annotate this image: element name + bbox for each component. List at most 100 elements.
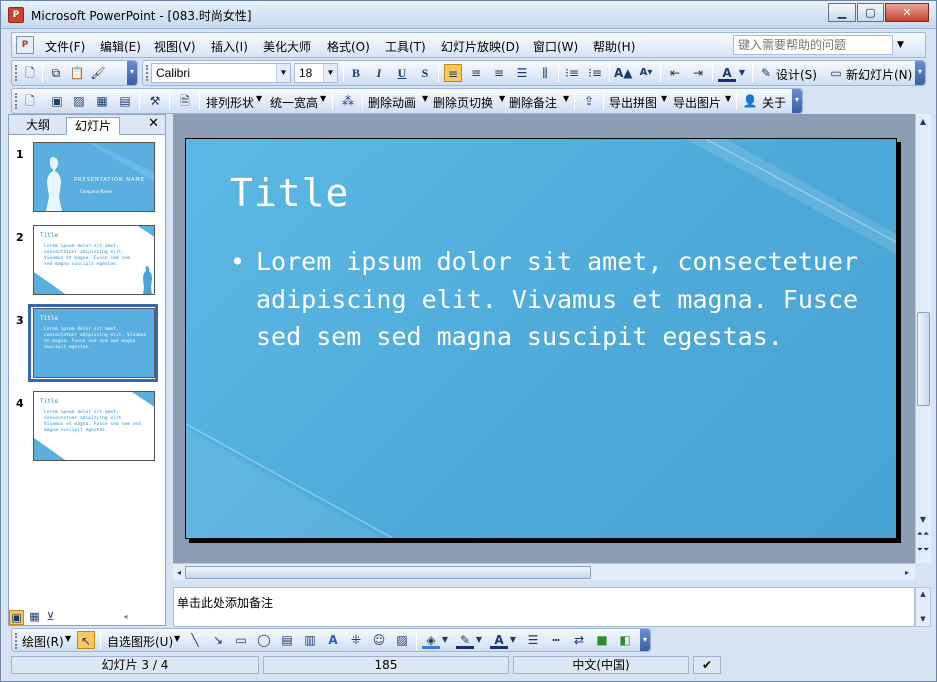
previous-slide-icon[interactable]: ⏶⏶ xyxy=(916,530,930,544)
shadow-style-icon[interactable]: ■ xyxy=(593,631,611,649)
menu-window[interactable]: 窗口(W) xyxy=(533,38,578,55)
oval-icon[interactable]: ◯ xyxy=(255,631,273,649)
next-slide-icon[interactable]: ⏷⏷ xyxy=(916,546,930,560)
scroll-up-icon[interactable]: ▲ xyxy=(916,588,930,600)
align-left-icon[interactable]: ≡ xyxy=(444,64,462,82)
toolbar-options-icon[interactable]: ▾ xyxy=(915,61,925,85)
slide-body[interactable]: • Lorem ipsum dolor sit amet, consectetu… xyxy=(230,243,870,356)
arrow-icon[interactable]: ↘ xyxy=(209,631,227,649)
line-style-icon[interactable]: ☰ xyxy=(524,631,542,649)
chevron-down-icon[interactable]: ▼ xyxy=(276,64,290,82)
design-button[interactable]: 设计(S) xyxy=(776,66,817,83)
diagram-icon[interactable]: ⁜ xyxy=(347,631,365,649)
magic-wand-icon[interactable]: ⚒ xyxy=(146,92,164,110)
font-size-select[interactable]: 18 ▼ xyxy=(294,63,338,83)
menu-edit[interactable]: 编辑(E) xyxy=(100,38,141,55)
slide-thumbnail-4[interactable]: Title Lorem ipsum dolor sit amet, consec… xyxy=(33,391,155,461)
wordart-icon[interactable]: A xyxy=(324,631,342,649)
scroll-left-icon[interactable]: ◂ xyxy=(173,564,185,580)
align-center-icon[interactable]: ≡ xyxy=(467,64,485,82)
vertical-scroll-thumb[interactable] xyxy=(917,312,930,406)
export-icon[interactable]: ⇪ xyxy=(580,92,598,110)
line-color-icon[interactable]: ✎ xyxy=(456,631,474,649)
user-icon[interactable]: 👤 xyxy=(741,92,759,110)
notes-scrollbar[interactable]: ▲ ▼ xyxy=(915,587,931,627)
distribute-icon[interactable]: ⫼ xyxy=(536,64,554,82)
dash-style-icon[interactable]: ┅ xyxy=(547,631,565,649)
maximize-button[interactable]: ▢ xyxy=(857,3,884,22)
notes-pane[interactable]: 单击此处添加备注 xyxy=(173,587,915,627)
chevron-down-icon[interactable]: ▼ xyxy=(508,631,518,649)
chevron-down-icon[interactable]: ▼ xyxy=(256,94,262,103)
close-button[interactable]: ✕ xyxy=(885,3,929,22)
chevron-down-icon[interactable]: ▼ xyxy=(499,94,505,103)
chevron-down-icon[interactable]: ▼ xyxy=(320,94,326,103)
insert-picture-icon[interactable]: ▨ xyxy=(70,92,88,110)
document-menu-icon[interactable]: P xyxy=(16,36,34,54)
italic-icon[interactable]: I xyxy=(370,64,388,82)
draw-menu-button[interactable]: 绘图(R) xyxy=(22,633,64,650)
fill-color-icon[interactable]: ◈ xyxy=(422,631,440,649)
chevron-down-icon[interactable]: ▼ xyxy=(737,64,747,82)
toolbar-grip[interactable] xyxy=(146,65,149,81)
powerpoint-app-icon[interactable]: P xyxy=(8,7,24,23)
new-slide-icon[interactable]: ▭ xyxy=(827,64,845,82)
about-button[interactable]: 关于 xyxy=(762,94,786,111)
toolbar-options-icon[interactable]: ▾ xyxy=(127,61,137,85)
slide-thumbnail-3[interactable]: Title Lorem ipsum dolor sit amet, consec… xyxy=(33,308,155,378)
new-slide-button[interactable]: 新幻灯片(N) xyxy=(846,66,912,83)
page-icon[interactable]: 🗎 xyxy=(176,92,194,110)
vertical-textbox-icon[interactable]: ▥ xyxy=(301,631,319,649)
bullets-icon[interactable]: ⁝≡ xyxy=(586,64,604,82)
numbering-icon[interactable]: ⁝≡ xyxy=(563,64,581,82)
close-icon[interactable]: ✕ xyxy=(148,116,159,131)
minimize-button[interactable]: ▁ xyxy=(828,3,856,22)
toolbar-options-icon[interactable]: ▾ xyxy=(640,629,650,651)
current-slide[interactable]: Title • Lorem ipsum dolor sit amet, cons… xyxy=(185,138,897,539)
slide-thumbnail-1[interactable]: PRESENTATION NAME Company Name xyxy=(33,142,155,212)
normal-view-icon[interactable]: ▣ xyxy=(9,610,24,625)
line-icon[interactable]: ╲ xyxy=(186,631,204,649)
3d-style-icon[interactable]: ◧ xyxy=(616,631,634,649)
arrow-style-icon[interactable]: ⇄ xyxy=(570,631,588,649)
vertical-scrollbar[interactable]: ▲ ▼ ⏶⏶ ⏷⏷ xyxy=(915,114,931,563)
menu-insert[interactable]: 插入(I) xyxy=(211,38,248,55)
paste-icon[interactable]: 📋 xyxy=(68,64,86,82)
delete-animation-button[interactable]: 删除动画 xyxy=(368,94,416,111)
format-painter-icon[interactable]: 🖌 xyxy=(89,64,107,82)
slide-title[interactable]: Title xyxy=(230,171,349,215)
chevron-down-icon[interactable]: ▼ xyxy=(725,94,731,103)
tab-slides[interactable]: 幻灯片 xyxy=(66,117,121,135)
autoshapes-button[interactable]: 自选图形(U) xyxy=(107,633,173,650)
delete-notes-button[interactable]: 删除备注 xyxy=(509,94,557,111)
menu-tools[interactable]: 工具(T) xyxy=(385,38,426,55)
menu-slideshow[interactable]: 幻灯片放映(D) xyxy=(441,38,520,55)
picture-icon[interactable]: ▨ xyxy=(393,631,411,649)
chevron-down-icon[interactable]: ▼ xyxy=(440,631,450,649)
font-color-icon[interactable]: A xyxy=(490,631,508,649)
shadow-icon[interactable]: S xyxy=(416,64,434,82)
menu-file[interactable]: 文件(F) xyxy=(45,38,85,55)
chevron-down-icon[interactable]: ▼ xyxy=(563,94,569,103)
slideshow-icon[interactable]: ⊻ xyxy=(43,610,58,625)
chevron-down-icon[interactable]: ▼ xyxy=(323,64,337,82)
photo-icon[interactable]: ▦ xyxy=(93,92,111,110)
toolbar-grip[interactable] xyxy=(15,633,18,649)
toolbar-grip[interactable] xyxy=(15,65,18,81)
chevron-down-icon[interactable]: ▼ xyxy=(422,94,428,103)
arrange-shapes-button[interactable]: 排列形状 xyxy=(206,94,254,111)
font-color-icon[interactable]: A xyxy=(718,64,736,82)
clipart-icon[interactable]: ☺ xyxy=(370,631,388,649)
menu-help[interactable]: 帮助(H) xyxy=(593,38,635,55)
chevron-down-icon[interactable]: ▼ xyxy=(174,634,180,643)
toolbar-grip[interactable] xyxy=(15,93,18,109)
toolbar-options-icon[interactable]: ▾ xyxy=(792,89,802,113)
scroll-up-icon[interactable]: ▲ xyxy=(916,116,930,128)
horizontal-scroll-thumb[interactable] xyxy=(185,566,591,579)
scroll-left-icon[interactable]: ◂ xyxy=(118,610,133,625)
slide-sorter-icon[interactable]: ▦ xyxy=(27,610,42,625)
underline-icon[interactable]: U xyxy=(393,64,411,82)
menu-view[interactable]: 视图(V) xyxy=(154,38,196,55)
delete-transition-button[interactable]: 删除页切换 xyxy=(433,94,493,111)
scroll-down-icon[interactable]: ▼ xyxy=(916,514,930,526)
